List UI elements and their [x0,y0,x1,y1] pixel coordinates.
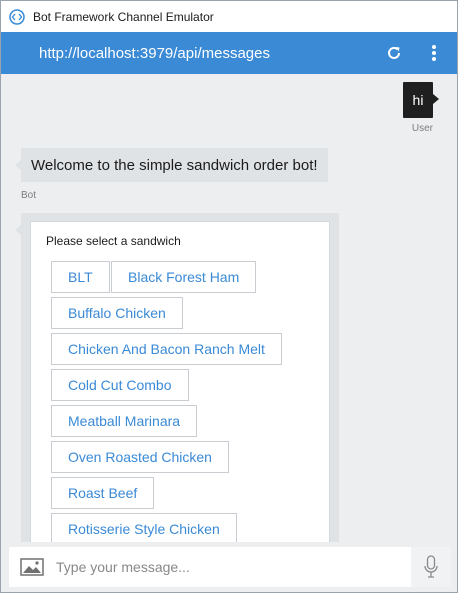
emulator-window: Bot Framework Channel Emulator http://lo… [0,0,458,593]
image-icon[interactable] [19,557,45,577]
microphone-icon[interactable] [411,547,451,587]
bot-message-bubble: Welcome to the simple sandwich order bot… [15,148,328,182]
user-message-bubble: hi [403,82,439,118]
sandwich-option-button[interactable]: Meatball Marinara [51,405,198,437]
sandwich-option-button[interactable]: Roast Beef [51,477,155,509]
endpoint-header: http://localhost:3979/api/messages [1,32,457,74]
sandwich-choice-card: Please select a sandwich BLT Black Fores… [30,221,330,542]
emulator-logo-icon [9,8,25,25]
sandwich-option-button[interactable]: Black Forest Ham [111,261,257,293]
window-title: Bot Framework Channel Emulator [33,9,214,24]
message-input[interactable] [56,559,411,575]
bot-sender-label: Bot [21,190,37,201]
sandwich-option-button[interactable]: BLT [51,261,110,293]
message-composer [1,542,457,592]
refresh-icon[interactable] [383,42,405,64]
sandwich-option-button[interactable]: Cold Cut Combo [51,369,189,401]
title-bar: Bot Framework Channel Emulator [1,1,457,32]
card-title: Please select a sandwich [46,234,181,248]
composer-box [9,547,451,587]
endpoint-url: http://localhost:3979/api/messages [39,44,270,62]
sandwich-option-button[interactable]: Rotisserie Style Chicken [51,513,237,542]
bot-card-message: Please select a sandwich BLT Black Fores… [15,213,339,542]
chat-history[interactable]: hi User Welcome to the simple sandwich o… [1,74,457,542]
sandwich-option-button[interactable]: Buffalo Chicken [51,297,183,329]
more-vertical-icon[interactable] [423,42,445,64]
sandwich-option-button[interactable]: Chicken And Bacon Ranch Melt [51,333,282,365]
user-sender-label: User [411,123,433,134]
sandwich-option-button[interactable]: Oven Roasted Chicken [51,441,229,473]
